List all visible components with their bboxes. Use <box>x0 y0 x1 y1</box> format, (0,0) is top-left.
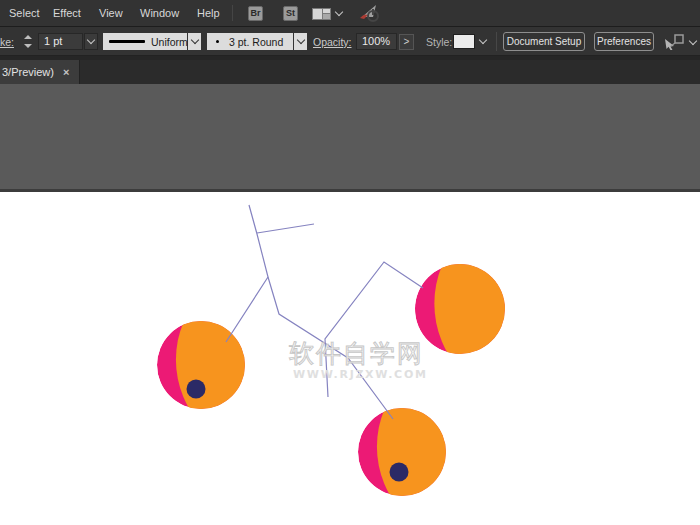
stock-icon[interactable]: St <box>283 6 298 21</box>
menu-view[interactable]: View <box>99 0 123 26</box>
document-tab[interactable]: 3/Preview) × <box>0 60 80 84</box>
control-bar: ke: 1 pt Uniform 3 pt. Round Opacity: 10… <box>0 27 700 56</box>
style-swatch[interactable] <box>453 34 475 49</box>
profile-line-icon <box>109 40 145 43</box>
opacity-label[interactable]: Opacity: <box>313 36 352 48</box>
stem-path[interactable] <box>226 205 268 342</box>
stroke-width-dropdown[interactable] <box>84 33 98 50</box>
cherry-navy-dot[interactable] <box>390 463 409 482</box>
stroke-width-field[interactable]: 1 pt <box>38 33 83 50</box>
cherry-shape[interactable] <box>415 205 632 403</box>
cherry-orange-body <box>434 205 632 403</box>
gpu-performance-icon[interactable] <box>359 4 380 24</box>
menu-effect[interactable]: Effect <box>53 0 81 26</box>
style-label: Style: <box>426 36 452 48</box>
menu-select[interactable]: Select <box>9 0 40 26</box>
brush-dot-icon <box>216 40 219 43</box>
profile-label: Uniform <box>151 36 188 48</box>
watermark-url: WWW.RJZXW.COM <box>293 368 428 381</box>
cherry-navy-dot[interactable] <box>187 380 206 399</box>
isolate-selection-icon[interactable] <box>663 33 685 51</box>
stroke-profile-chevron[interactable] <box>188 33 201 50</box>
document-tab-bar: 3/Preview) × <box>0 56 700 84</box>
brush-definition-chevron[interactable] <box>294 33 307 50</box>
document-tab-label: 3/Preview) <box>0 66 54 78</box>
right-chevron-icon[interactable] <box>689 37 697 45</box>
more-options-button[interactable]: > <box>399 34 414 50</box>
stroke-profile-dropdown[interactable]: Uniform <box>103 33 187 50</box>
menu-help[interactable]: Help <box>197 0 220 26</box>
brush-label: 3 pt. Round <box>229 36 283 48</box>
opacity-field[interactable]: 100% <box>356 33 397 50</box>
stem-path[interactable] <box>257 224 314 233</box>
stems-group <box>226 205 423 419</box>
chevron-down-icon[interactable] <box>335 8 343 16</box>
bridge-icon[interactable]: Br <box>248 6 263 21</box>
control-separator <box>496 32 497 51</box>
watermark-text: 软件自学网 <box>289 339 424 368</box>
stroke-stepper[interactable] <box>24 35 33 48</box>
document-setup-button[interactable]: Document Setup <box>503 32 585 51</box>
arrange-documents-icon[interactable] <box>312 8 331 20</box>
tab-close-icon[interactable]: × <box>63 67 69 78</box>
menu-separator <box>232 5 233 21</box>
stroke-label[interactable]: ke: <box>0 36 14 48</box>
style-chevron[interactable] <box>476 33 489 50</box>
menu-bar: Select Effect View Window Help Br St <box>0 0 700 27</box>
brush-definition-dropdown[interactable]: 3 pt. Round <box>207 33 293 50</box>
preferences-button[interactable]: Preferences <box>594 32 654 51</box>
artwork-canvas[interactable]: 软件自学网 WWW.RJZXW.COM <box>0 192 700 521</box>
pasteboard <box>0 84 700 192</box>
artboard: 软件自学网 WWW.RJZXW.COM <box>0 192 700 521</box>
menu-window[interactable]: Window <box>140 0 179 26</box>
